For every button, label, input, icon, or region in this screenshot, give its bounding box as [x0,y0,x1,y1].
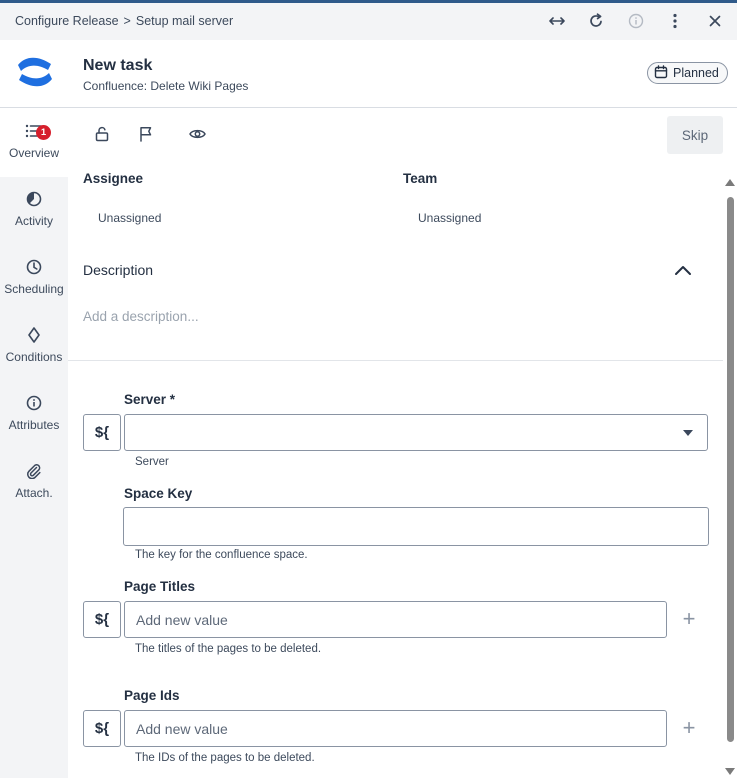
server-variable-button[interactable]: ${ [83,414,121,451]
info-icon[interactable] [626,11,646,31]
main-panel: Skip Assignee Unassigned Team Unassigned… [68,109,737,778]
sidebar-item-scheduling[interactable]: Scheduling [0,245,68,313]
server-label: Server * [124,392,176,407]
lock-open-icon[interactable] [93,125,111,143]
team-value[interactable]: Unassigned [418,211,481,225]
page-titles-variable-button[interactable]: ${ [83,601,121,638]
pie-chart-icon [26,191,42,210]
breadcrumb-item-task[interactable]: Setup mail server [136,14,233,28]
page-titles-helper-text: The titles of the pages to be deleted. [135,643,322,655]
page-ids-input[interactable] [125,711,666,746]
close-icon[interactable] [705,11,725,31]
notification-badge: 1 [36,125,51,140]
diamond-icon [28,327,40,346]
page-titles-input[interactable] [125,602,666,637]
sidebar-item-overview[interactable]: Overview 1 [0,109,68,177]
team-label: Team [403,171,438,186]
scroll-up-arrow-icon[interactable] [725,179,735,186]
space-key-helper-text: The key for the confluence space. [135,549,308,561]
sidebar: Overview 1 Activity Scheduling Condition… [0,109,68,778]
page-ids-helper-text: The IDs of the pages to be deleted. [135,752,315,764]
more-vertical-icon[interactable] [665,11,685,31]
space-key-input[interactable] [124,508,708,545]
sidebar-item-label: Scheduling [4,282,64,296]
sidebar-item-label: Attach. [15,486,53,500]
task-subtitle: Confluence: Delete Wiki Pages [83,79,249,93]
sidebar-item-label: Attributes [8,418,60,432]
add-page-id-button[interactable]: + [680,717,698,739]
section-divider [68,360,723,361]
sidebar-item-label: Conditions [5,350,63,364]
confluence-logo-icon [15,52,55,92]
sidebar-item-label: Overview [8,146,59,160]
space-key-label: Space Key [124,486,193,501]
assignee-label: Assignee [83,171,144,186]
task-header: New task Confluence: Delete Wiki Pages P… [0,40,737,108]
title-bar: Configure Release > Setup mail server [0,3,737,40]
server-helper-text: Server [135,456,169,468]
calendar-icon [654,64,668,82]
info-icon [26,395,42,414]
status-label: Planned [673,66,719,80]
paperclip-icon [26,463,42,482]
clock-icon [26,259,42,278]
page-ids-variable-button[interactable]: ${ [83,710,121,747]
page-titles-field[interactable] [124,601,667,638]
assignee-value[interactable]: Unassigned [98,211,161,225]
sidebar-item-attachments[interactable]: Attach. [0,449,68,517]
sidebar-item-label: Activity [14,214,53,228]
sidebar-item-conditions[interactable]: Conditions [0,313,68,381]
page-ids-field[interactable] [124,710,667,747]
skip-button[interactable]: Skip [667,116,723,154]
sidebar-item-attributes[interactable]: Attributes [0,381,68,449]
flag-icon[interactable] [137,125,155,143]
page-ids-label: Page Ids [124,688,180,703]
vertical-scrollbar[interactable] [722,179,737,778]
chevron-down-icon[interactable] [683,430,693,436]
breadcrumb-separator: > [123,14,131,28]
scroll-down-arrow-icon[interactable] [725,768,735,775]
expand-horizontal-icon[interactable] [547,11,567,31]
task-title: New task [83,57,153,74]
breadcrumb-item-release[interactable]: Configure Release [15,14,119,28]
breadcrumb: Configure Release > Setup mail server [15,14,233,28]
add-page-title-button[interactable]: + [680,608,698,630]
description-label: Description [83,262,154,278]
sidebar-item-activity[interactable]: Activity [0,177,68,245]
space-key-field[interactable] [123,507,709,546]
server-select[interactable] [124,414,708,451]
chevron-up-icon[interactable] [674,263,692,277]
refresh-icon[interactable] [586,11,606,31]
description-placeholder[interactable]: Add a description... [83,309,199,324]
scrollbar-thumb[interactable] [727,197,734,742]
page-titles-label: Page Titles [124,579,196,594]
status-badge[interactable]: Planned [647,62,728,84]
eye-icon[interactable] [188,125,206,143]
server-input[interactable] [125,415,707,450]
